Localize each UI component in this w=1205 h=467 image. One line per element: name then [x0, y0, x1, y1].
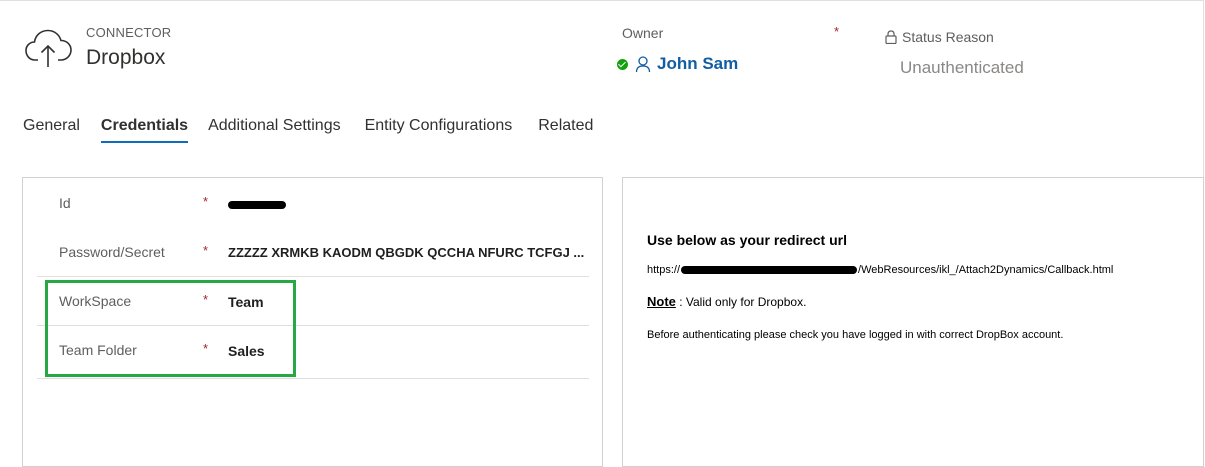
row-spacer: [37, 178, 589, 231]
redirect-title: Use below as your redirect url: [647, 232, 847, 248]
authentication-hint: Before authenticating please check you h…: [647, 329, 1064, 341]
tab-additional-settings[interactable]: Additional Settings: [208, 117, 341, 143]
owner-label: Owner: [622, 25, 664, 41]
password-label: Password/Secret: [59, 244, 165, 260]
tab-entity-configurations[interactable]: Entity Configurations: [365, 117, 513, 143]
person-icon: [635, 56, 651, 73]
owner-lookup[interactable]: John Sam: [617, 52, 738, 76]
redirect-url-prefix: https://: [647, 264, 681, 276]
redirect-url-suffix: /WebResources/ikl_/Attach2Dynamics/Callb…: [858, 264, 1114, 276]
entity-type-label: CONNECTOR: [86, 25, 172, 40]
entity-name: Dropbox: [86, 46, 166, 69]
presence-available-icon: [617, 58, 628, 70]
form-tabs: General Credentials Additional Settings …: [23, 117, 593, 143]
lock-icon: [885, 30, 897, 44]
field-row-password: Password/Secret * ZZZZZ XRMKB KAODM QBGD…: [37, 227, 589, 277]
required-marker: *: [203, 243, 209, 258]
redirect-url: https:// /WebResources/ikl_/Attach2Dynami…: [647, 264, 1113, 276]
note-body: : Valid only for Dropbox.: [675, 295, 807, 309]
status-reason-field: Status Reason: [885, 29, 994, 45]
note-label: Note: [647, 294, 676, 309]
tab-general[interactable]: General: [23, 117, 80, 143]
status-reason-label: Status Reason: [902, 29, 994, 45]
owner-required-marker: *: [834, 24, 840, 39]
tab-credentials[interactable]: Credentials: [100, 117, 189, 143]
redacted-host: [681, 266, 858, 275]
tab-related[interactable]: Related: [538, 117, 593, 143]
password-field[interactable]: ZZZZZ XRMKB KAODM QBGDK QCCHA NFURC TCFG…: [228, 245, 584, 260]
cloud-upload-icon: [24, 26, 74, 70]
redirect-info-section: Use below as your redirect url https:// /…: [622, 177, 1204, 467]
highlight-box: [45, 280, 296, 377]
note-text: Note : Valid only for Dropbox.: [647, 294, 806, 309]
owner-name-link[interactable]: John Sam: [657, 54, 738, 74]
status-reason-value: Unauthenticated: [900, 58, 1024, 77]
